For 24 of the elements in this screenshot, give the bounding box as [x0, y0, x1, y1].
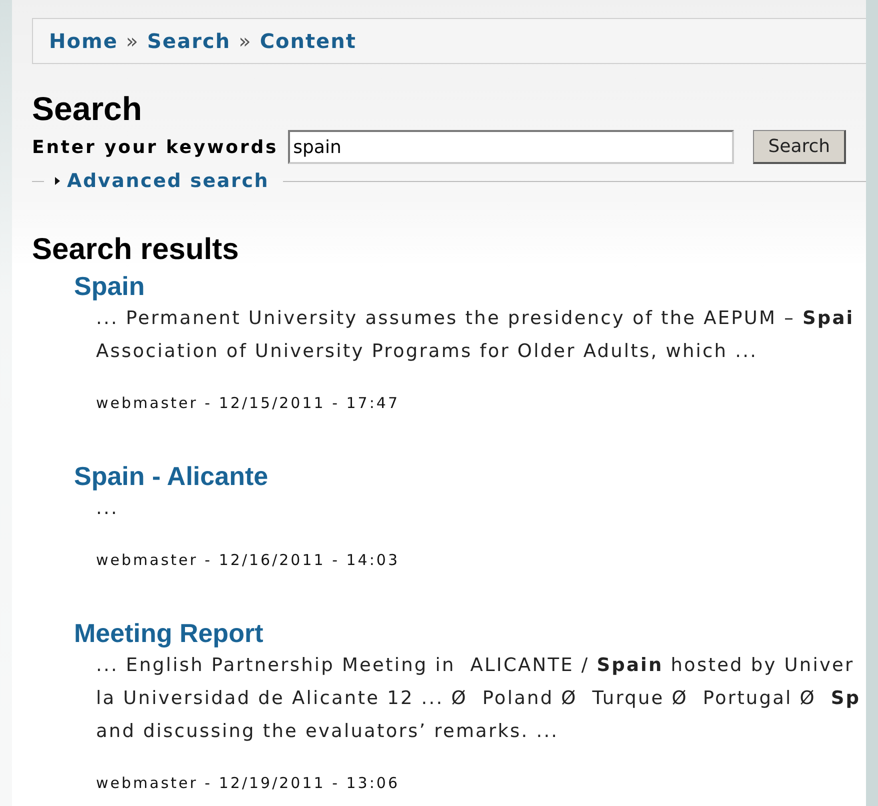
search-field[interactable]: spain — [288, 130, 734, 164]
page-title: Search — [32, 90, 144, 128]
result-meta: webmaster - 12/16/2011 - 14:03 — [95, 550, 400, 571]
results-heading: Search results — [32, 232, 240, 268]
snippet-text: ... Permanent University assumes the presidency of the AEPUM – Spai — [96, 307, 856, 331]
breadcrumb-link[interactable]: Search — [147, 29, 231, 53]
advanced-search-link[interactable]: Advanced search — [54, 170, 270, 192]
triangle-icon — [54, 176, 60, 186]
snippet-text: la Universidad de Alicante 12 ... Ø Poland Ø Turque Ø Portugal Ø Sp — [96, 687, 862, 711]
breadcrumb-separator: » — [238, 29, 252, 53]
snippet-text: ... — [96, 497, 120, 521]
search-button[interactable]: Search — [753, 130, 846, 164]
breadcrumb-link[interactable]: Content — [260, 29, 356, 53]
breadcrumb-separator: » — [126, 29, 140, 53]
result-title-link[interactable]: Meeting Report — [74, 617, 264, 649]
result-title-link[interactable]: Spain - Alicante — [74, 460, 268, 492]
snippet-text: ... English Partnership Meeting in ALICANTE / Spain hosted by Univer — [96, 654, 856, 678]
breadcrumb-link[interactable]: Home — [49, 29, 118, 53]
result-title-link[interactable]: Spain — [74, 270, 145, 302]
keywords-label: Enter your keywords — [32, 136, 278, 158]
snippet-text: Association of University Programs for Older Adults, which ... — [96, 340, 759, 364]
result-meta: webmaster - 12/15/2011 - 17:47 — [95, 393, 400, 414]
result-meta: webmaster - 12/19/2011 - 13:06 — [95, 773, 400, 794]
snippet-text: and discussing the evaluators’ remarks. ... — [96, 720, 560, 744]
